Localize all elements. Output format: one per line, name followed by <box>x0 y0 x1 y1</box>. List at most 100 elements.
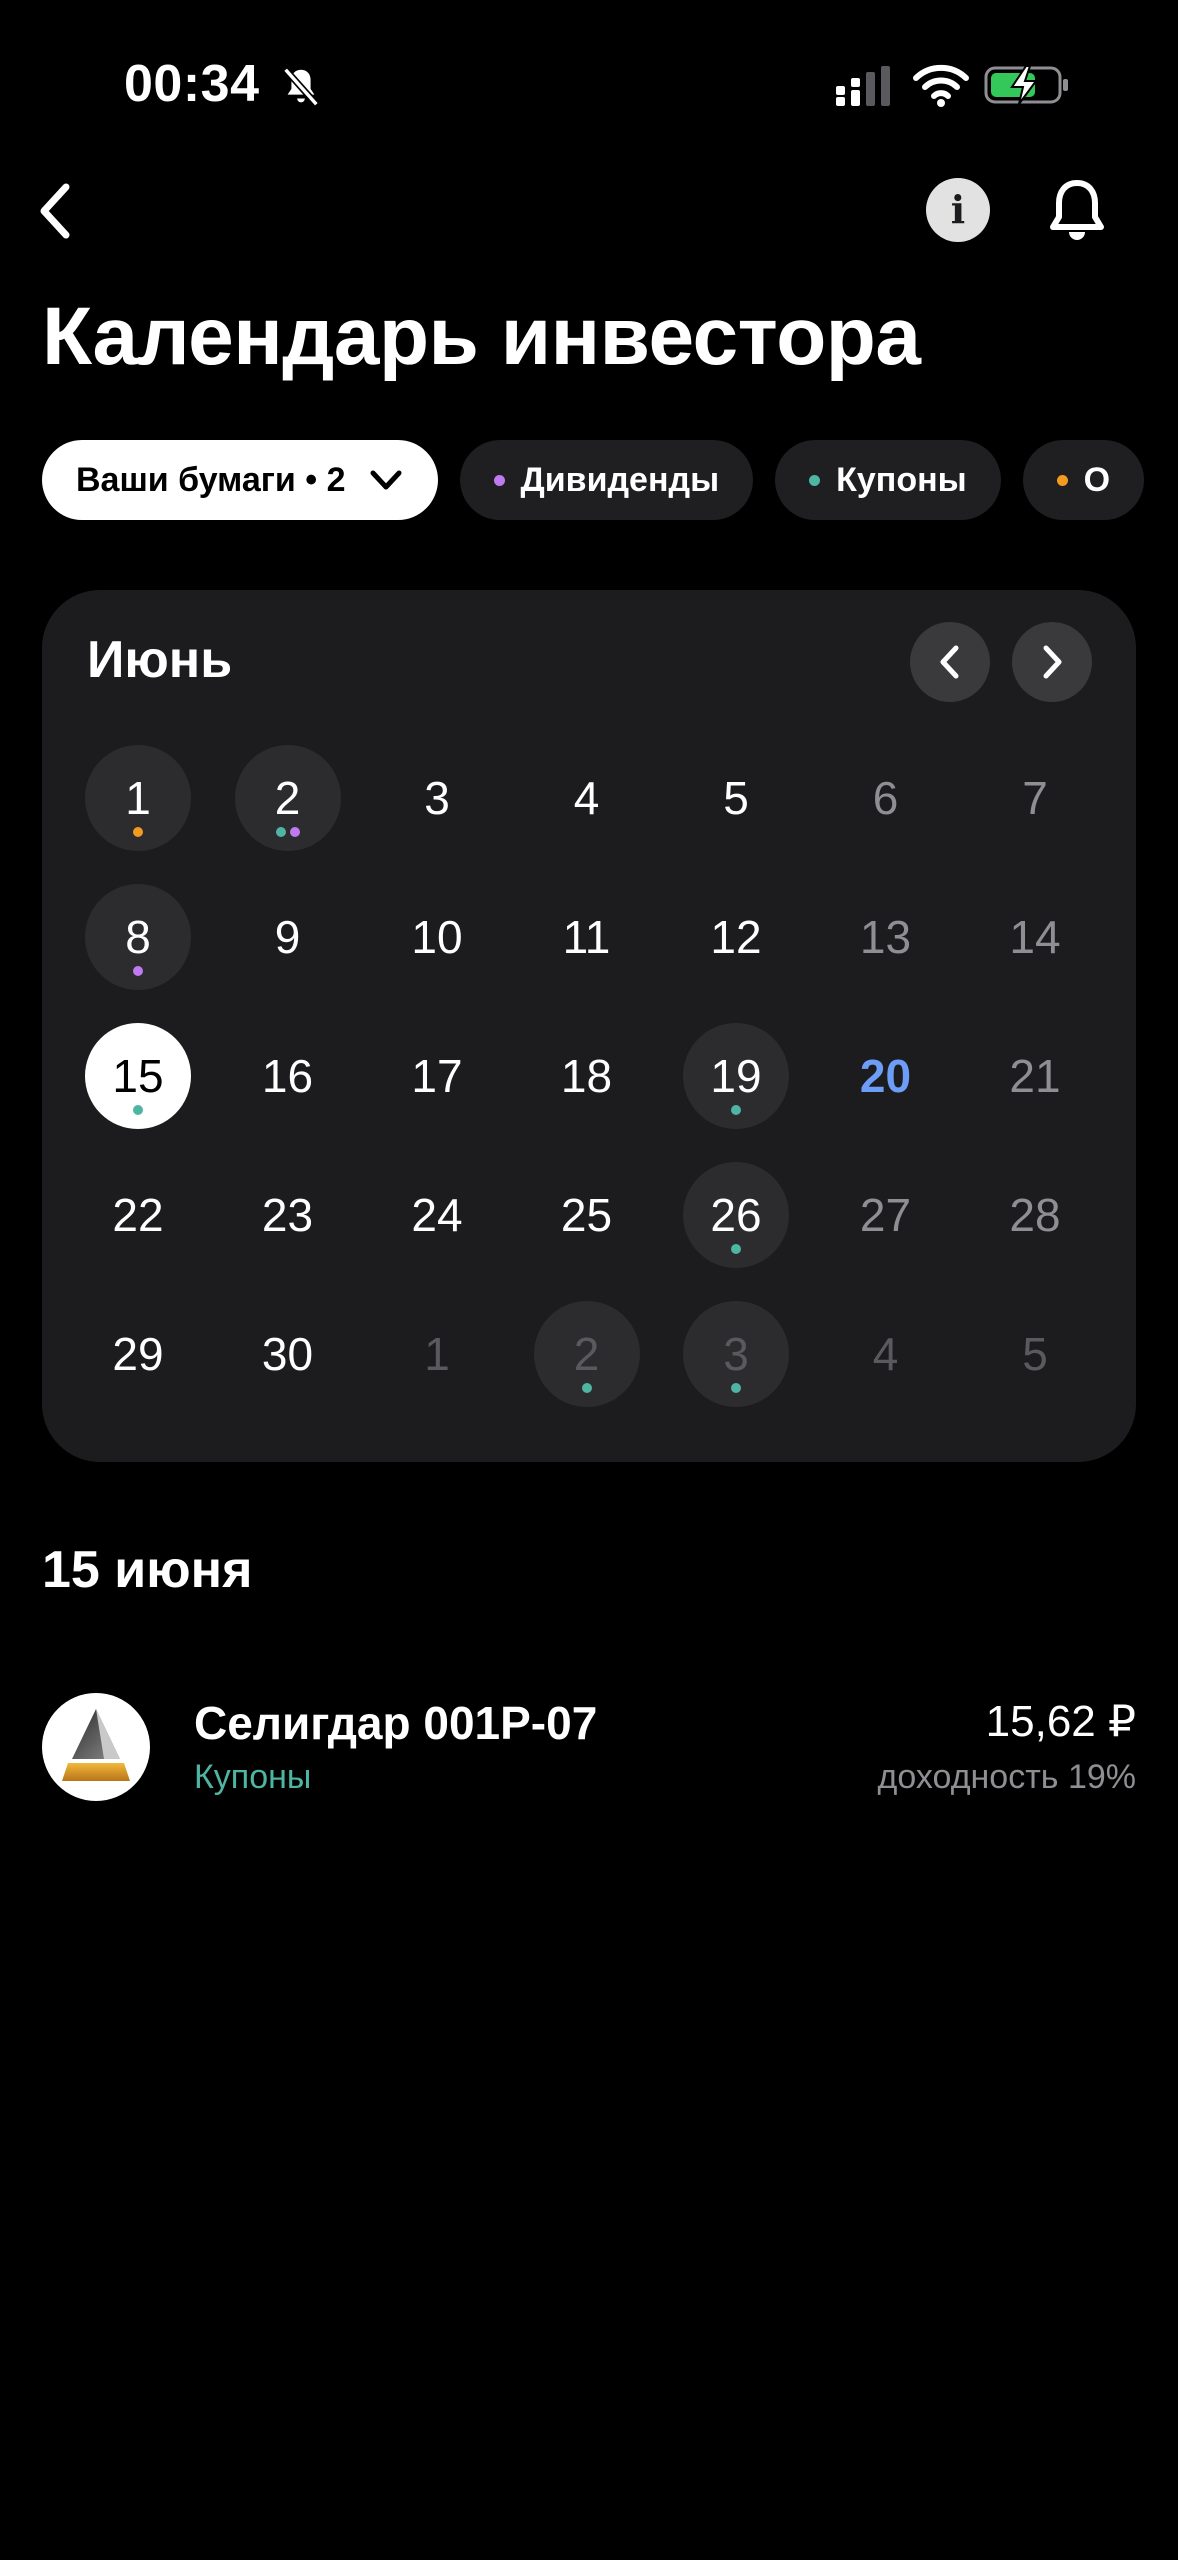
calendar-day[interactable]: 30 <box>235 1301 341 1407</box>
event-dots <box>235 827 341 837</box>
calendar-day[interactable]: 23 <box>235 1162 341 1268</box>
other-dot <box>133 827 143 837</box>
status-time: 00:34 <box>124 55 260 113</box>
day-number: 15 <box>112 1050 164 1102</box>
calendar-day[interactable]: 11 <box>534 884 640 990</box>
calendar-day[interactable]: 20 <box>833 1023 939 1129</box>
filter-your-securities[interactable]: Ваши бумаги • 2 <box>42 440 438 520</box>
coupon-dot <box>581 1383 592 1393</box>
previous-month-button[interactable] <box>910 622 990 702</box>
day-number: 24 <box>411 1189 463 1241</box>
calendar-day[interactable]: 7 <box>982 745 1088 851</box>
event-dots <box>683 1105 789 1115</box>
event-dots <box>683 1244 789 1254</box>
calendar-day[interactable]: 9 <box>235 884 341 990</box>
day-number: 21 <box>1009 1050 1061 1102</box>
calendar-day[interactable]: 6 <box>833 745 939 851</box>
calendar-day[interactable]: 29 <box>85 1301 191 1407</box>
filter-dividends[interactable]: Дивиденды <box>459 440 754 520</box>
day-number: 3 <box>424 772 450 824</box>
calendar-day[interactable]: 21 <box>982 1023 1088 1129</box>
day-number: 28 <box>1009 1189 1061 1241</box>
calendar-card: Июнь 1 2 3 4 5 6 7 8 9 10 11 12 13 14 15 16 17 18 19 20 21 22… <box>42 590 1136 1462</box>
event-dots <box>85 1105 191 1115</box>
calendar-day[interactable]: 5 <box>683 745 789 851</box>
day-number: 22 <box>112 1189 164 1241</box>
event-dots <box>683 1383 789 1393</box>
calendar-day[interactable]: 8 <box>85 884 191 990</box>
filter-label: Купоны <box>836 460 967 499</box>
coupon-dot <box>731 1244 741 1254</box>
calendar-day[interactable]: 4 <box>534 745 640 851</box>
back-button[interactable] <box>26 176 82 246</box>
seligdar-logo <box>42 1693 150 1801</box>
chevron-right-icon <box>1043 645 1062 679</box>
day-number: 3 <box>723 1328 749 1380</box>
day-number: 18 <box>560 1050 613 1102</box>
calendar-day[interactable]: 16 <box>235 1023 341 1129</box>
coupon-dot <box>731 1383 741 1393</box>
next-month-button[interactable] <box>1012 622 1092 702</box>
calendar-day[interactable]: 19 <box>683 1023 789 1129</box>
calendar-day[interactable]: 14 <box>982 884 1088 990</box>
day-number: 20 <box>859 1050 912 1102</box>
day-number: 19 <box>710 1050 762 1102</box>
chevron-left-icon <box>40 183 70 239</box>
selected-day-heading: 15 июня <box>42 1541 253 1599</box>
battery-charging-icon <box>984 65 1068 105</box>
coupon-dot <box>133 1105 143 1115</box>
calendar-day[interactable]: 4 <box>833 1301 939 1407</box>
filter-label: Дивиденды <box>520 460 720 499</box>
day-number: 4 <box>573 772 600 824</box>
event-row[interactable]: Селигдар 001P-07 Купоны 15,62 ₽ доходнос… <box>42 1690 1136 1801</box>
day-number: 10 <box>411 911 463 963</box>
event-yield: доходность 19% <box>877 1758 1136 1796</box>
day-number: 17 <box>411 1050 463 1102</box>
mute-bell-icon <box>283 67 319 107</box>
calendar-day[interactable]: 27 <box>833 1162 939 1268</box>
wifi-icon <box>913 64 969 107</box>
dividend-dot <box>493 474 505 486</box>
calendar-day[interactable]: 25 <box>534 1162 640 1268</box>
info-button[interactable]: i <box>926 178 990 242</box>
coupon-dot <box>731 1105 741 1115</box>
calendar-day[interactable]: 13 <box>833 884 939 990</box>
calendar-day[interactable]: 22 <box>85 1162 191 1268</box>
coupon-dot <box>275 827 286 837</box>
calendar-day[interactable]: 12 <box>683 884 789 990</box>
day-number: 25 <box>560 1189 613 1241</box>
day-number: 30 <box>261 1328 314 1380</box>
bell-icon <box>1050 180 1104 240</box>
calendar-day[interactable]: 15 <box>85 1023 191 1129</box>
calendar-day[interactable]: 10 <box>384 884 490 990</box>
calendar-day[interactable]: 3 <box>384 745 490 851</box>
day-number: 1 <box>424 1328 450 1380</box>
dividend-dot <box>289 827 300 837</box>
calendar-day[interactable]: 3 <box>683 1301 789 1407</box>
day-number: 5 <box>723 772 749 824</box>
calendar-day[interactable]: 17 <box>384 1023 490 1129</box>
calendar-day[interactable]: 5 <box>982 1301 1088 1407</box>
day-number: 27 <box>859 1189 912 1241</box>
filter-coupons[interactable]: Купоны <box>775 440 1001 520</box>
calendar-day[interactable]: 24 <box>384 1162 490 1268</box>
day-number: 2 <box>573 1328 600 1380</box>
event-amount: 15,62 ₽ <box>985 1697 1136 1746</box>
event-dots <box>85 827 191 837</box>
calendar-day[interactable]: 28 <box>982 1162 1088 1268</box>
event-dots <box>85 966 191 976</box>
chevron-left-icon <box>940 645 959 679</box>
day-number: 8 <box>125 911 151 963</box>
calendar-day[interactable]: 2 <box>234 745 341 851</box>
calendar-day[interactable]: 2 <box>533 1301 640 1407</box>
filter-other[interactable]: О <box>1022 440 1145 520</box>
day-number: 23 <box>261 1189 314 1241</box>
calendar-day[interactable]: 26 <box>683 1162 789 1268</box>
calendar-day[interactable]: 18 <box>534 1023 640 1129</box>
coupon-dot <box>809 474 821 486</box>
calendar-day[interactable]: 1 <box>85 745 191 851</box>
page-title: Календарь инвестора <box>42 291 921 382</box>
filter-label: Ваши бумаги • 2 <box>76 460 346 499</box>
calendar-day[interactable]: 1 <box>384 1301 490 1407</box>
notifications-button[interactable] <box>1040 172 1114 246</box>
